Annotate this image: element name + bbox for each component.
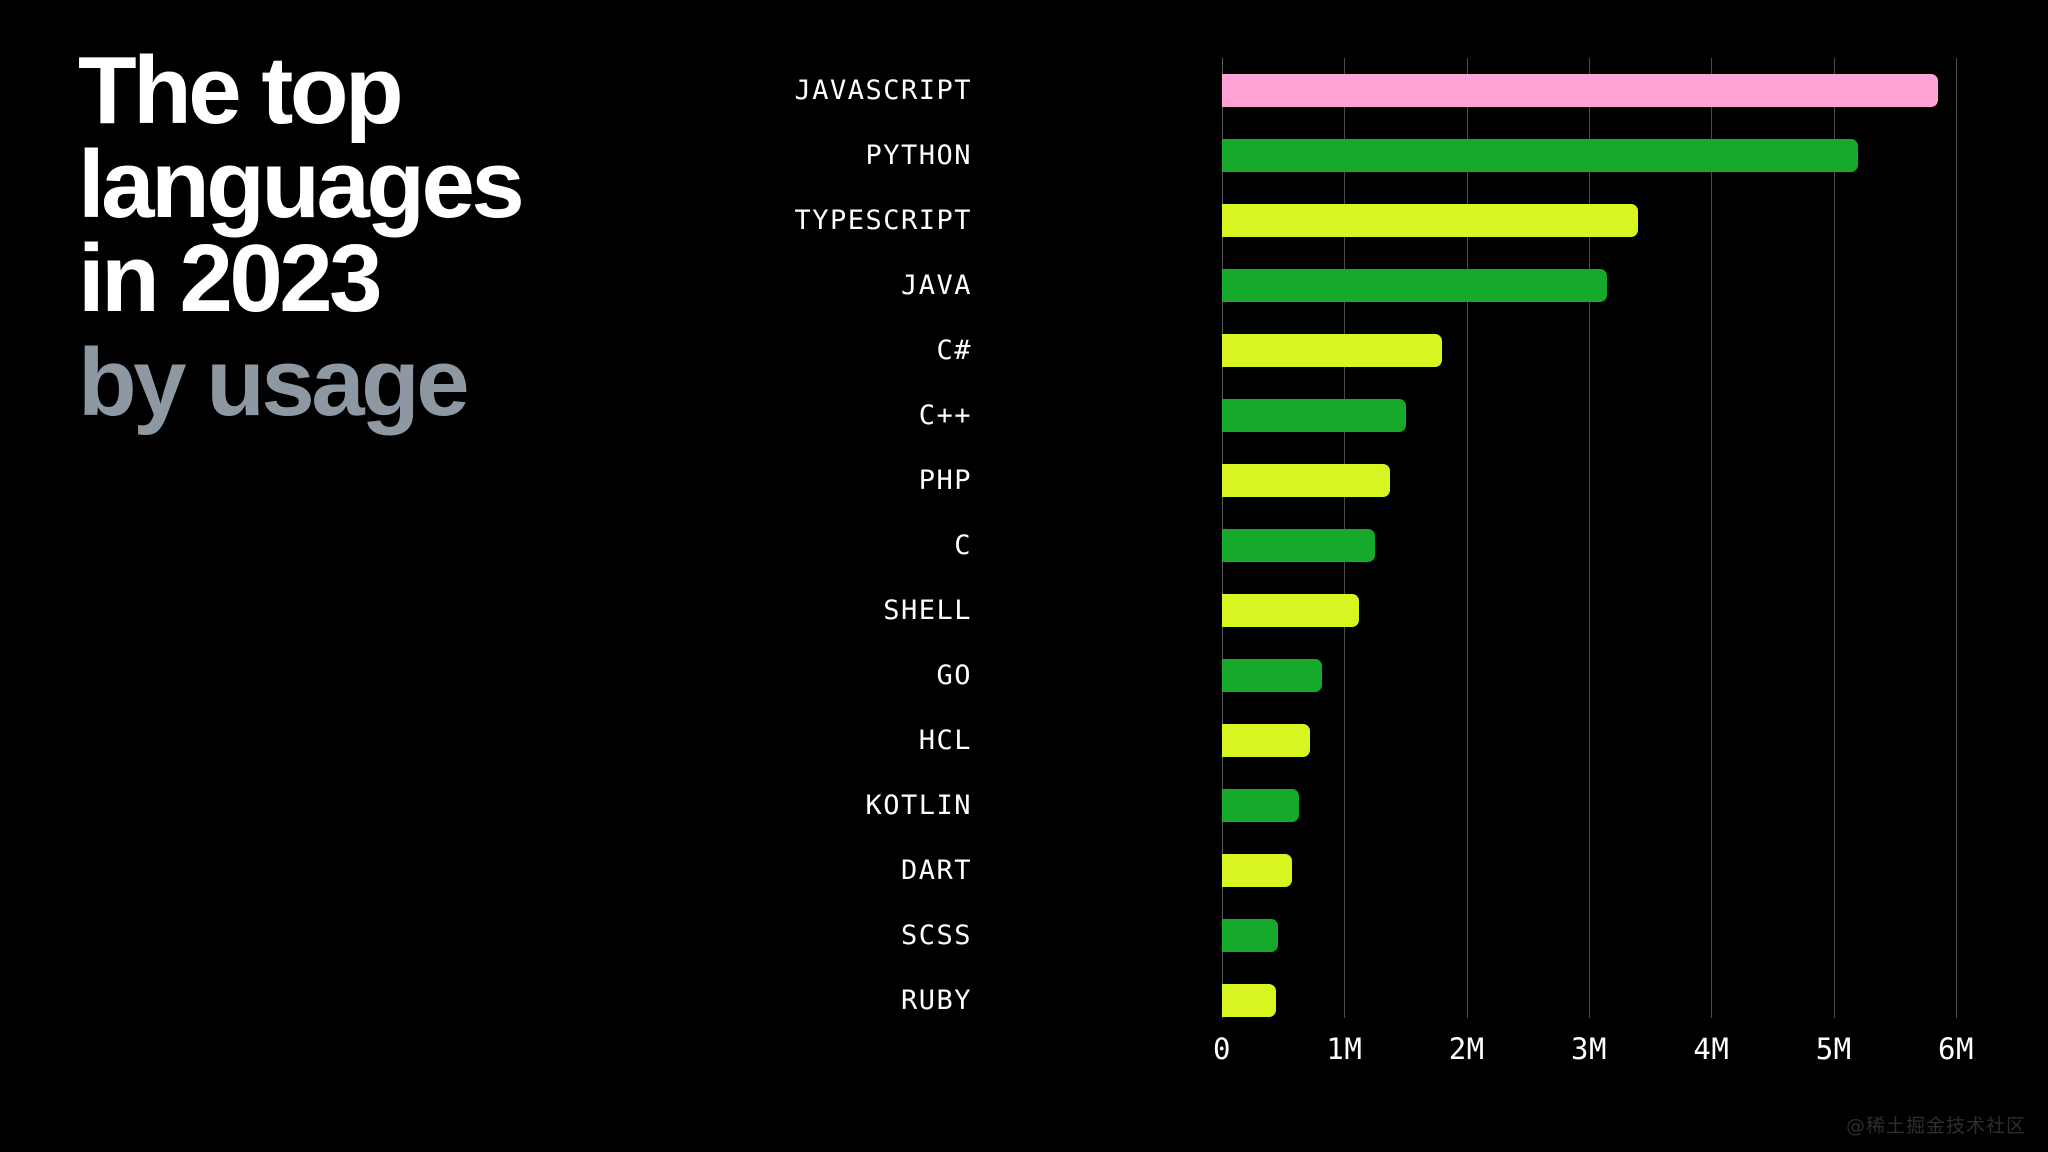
category-label-go: GO (936, 660, 972, 691)
bar-row[interactable] (1222, 578, 1956, 643)
bar-typescript[interactable] (1222, 204, 1638, 237)
slide-canvas: The top languages in 2023 by usage JAVAS… (0, 0, 2048, 1152)
bar-row[interactable] (1222, 188, 1956, 253)
category-label-c: C++ (918, 400, 972, 431)
bar-shell[interactable] (1222, 594, 1359, 627)
category-label-typescript: TYPESCRIPT (794, 205, 972, 236)
x-tick-label-1M: 1M (1326, 1032, 1363, 1066)
category-label-python: PYTHON (865, 140, 972, 171)
bar-row[interactable] (1222, 643, 1956, 708)
bar-row[interactable] (1222, 123, 1956, 188)
bar-ruby[interactable] (1222, 984, 1276, 1017)
category-label-shell: SHELL (883, 595, 972, 626)
bar-scss[interactable] (1222, 919, 1279, 952)
plot-area (1222, 58, 1957, 1018)
category-label-kotlin: KOTLIN (865, 790, 972, 821)
bar-java[interactable] (1222, 269, 1608, 302)
x-tick-label-0: 0 (1213, 1032, 1231, 1066)
category-label-php: PHP (918, 465, 972, 496)
bar-row[interactable] (1222, 383, 1956, 448)
bar-row[interactable] (1222, 448, 1956, 513)
bar-kotlin[interactable] (1222, 789, 1300, 822)
bar-php[interactable] (1222, 464, 1390, 497)
category-label-java: JAVA (900, 270, 972, 301)
x-tick-label-3M: 3M (1571, 1032, 1607, 1066)
gridline-6M (1956, 58, 1957, 1018)
bar-c[interactable] (1222, 529, 1375, 562)
category-label-javascript: JAVASCRIPT (794, 75, 972, 106)
category-label-hcl: HCL (918, 725, 972, 756)
x-tick-label-2M: 2M (1448, 1032, 1485, 1066)
bar-dart[interactable] (1222, 854, 1292, 887)
bar-c[interactable] (1222, 334, 1443, 367)
bar-row[interactable] (1222, 58, 1956, 123)
category-label-c: C (954, 530, 972, 561)
x-tick-label-5M: 5M (1815, 1032, 1852, 1066)
bar-row[interactable] (1222, 773, 1956, 838)
category-label-scss: SCSS (900, 920, 972, 951)
bar-c[interactable] (1222, 399, 1406, 432)
watermark: @稀土掘金技术社区 (1845, 1115, 2026, 1137)
bar-hcl[interactable] (1222, 724, 1311, 757)
bar-row[interactable] (1222, 253, 1956, 318)
bar-chart: JAVASCRIPT PYTHON TYPESCRIPT JAVA C# C++ PHP C S… (0, 0, 2048, 1152)
x-tick-label-4M: 4M (1693, 1032, 1730, 1066)
category-label-ruby: RUBY (900, 985, 972, 1016)
bar-row[interactable] (1222, 903, 1956, 968)
bar-go[interactable] (1222, 659, 1323, 692)
bar-javascript[interactable] (1222, 74, 1938, 107)
bar-python[interactable] (1222, 139, 1859, 172)
bar-row[interactable] (1222, 838, 1956, 903)
bar-row[interactable] (1222, 513, 1956, 578)
category-label-dart: DART (900, 855, 972, 886)
bar-row[interactable] (1222, 968, 1956, 1033)
category-label-c: C# (936, 335, 972, 366)
bar-row[interactable] (1222, 708, 1956, 773)
bar-row[interactable] (1222, 318, 1956, 383)
x-tick-label-6M: 6M (1938, 1032, 1974, 1066)
